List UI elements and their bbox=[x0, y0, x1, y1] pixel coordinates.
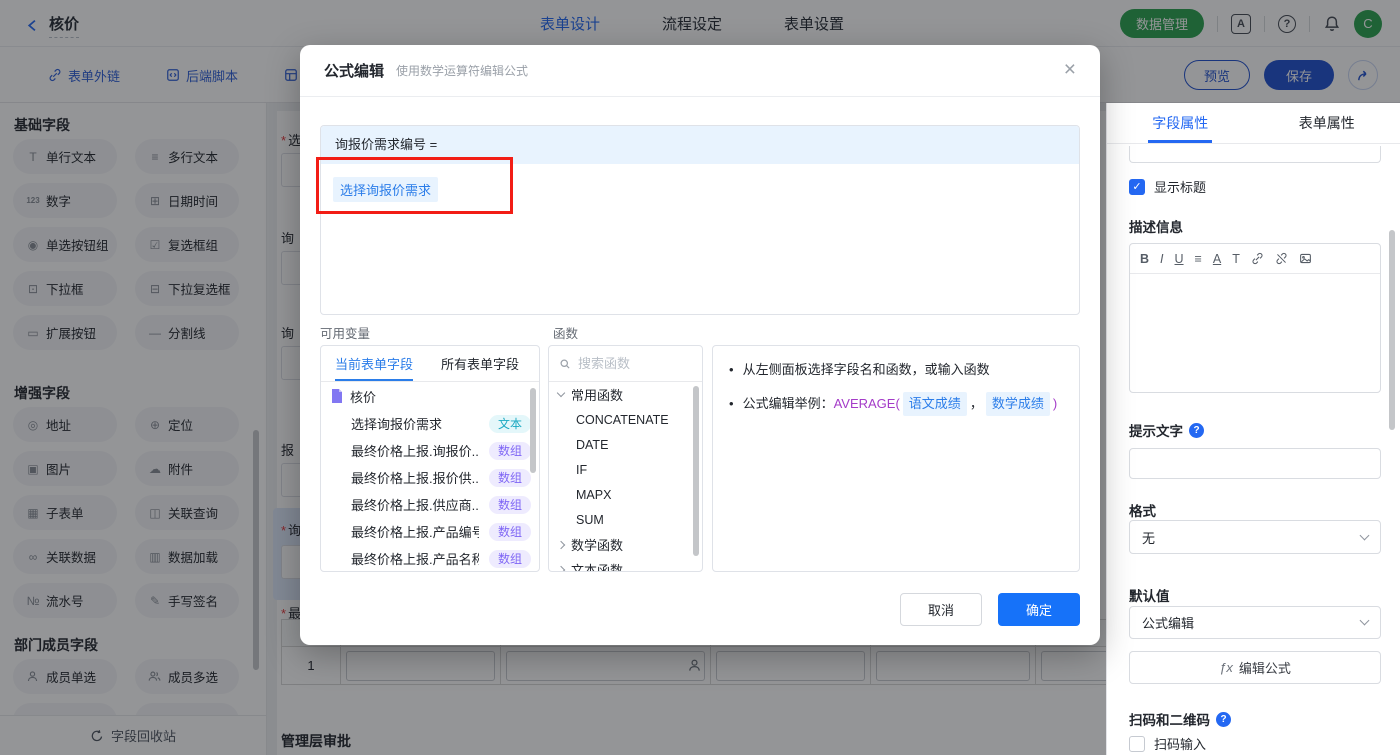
insert-link-icon[interactable] bbox=[1251, 252, 1264, 265]
function-group-common[interactable]: 常用函数 bbox=[549, 382, 702, 407]
variable-item[interactable]: 最终价格上报.供应商... 数组 bbox=[321, 491, 539, 518]
scan-input-option[interactable]: 扫码输入 bbox=[1129, 734, 1206, 753]
function-item[interactable]: MAPX bbox=[549, 482, 702, 507]
variable-item[interactable]: 最终价格上报.产品编号 数组 bbox=[321, 518, 539, 545]
tab-current-form-fields[interactable]: 当前表单字段 bbox=[321, 346, 427, 381]
tip-example-prefix: 公式编辑举例： bbox=[742, 396, 834, 411]
functions-scrollbar[interactable] bbox=[693, 386, 699, 556]
align-icon[interactable]: ≡ bbox=[1195, 252, 1202, 266]
bold-icon[interactable]: B bbox=[1140, 252, 1149, 266]
description-label: 描述信息 bbox=[1129, 220, 1183, 235]
format-label: 格式 bbox=[1129, 504, 1156, 519]
tips-panel: • 从左侧面板选择字段名和函数，或输入函数 • 公式编辑举例： AVERAGE( … bbox=[712, 345, 1080, 572]
tip-text: 从左侧面板选择字段名和函数，或输入函数 bbox=[742, 362, 990, 377]
confirm-button[interactable]: 确定 bbox=[998, 593, 1080, 626]
variable-item[interactable]: 最终价格上报.询报价... 数组 bbox=[321, 437, 539, 464]
insert-image-icon[interactable] bbox=[1299, 252, 1312, 265]
form-node[interactable]: 核价 bbox=[321, 382, 539, 410]
variable-item[interactable]: 选择询报价需求 文本 bbox=[321, 410, 539, 437]
formula-edit-modal: 公式编辑 使用数学运算符编辑公式 × 询报价需求编号 = 选择询报价需求 可用变… bbox=[300, 45, 1100, 645]
font-size-icon[interactable]: T bbox=[1232, 252, 1240, 266]
modal-subtitle: 使用数学运算符编辑公式 bbox=[396, 64, 529, 78]
variable-item[interactable]: 最终价格上报.报价供... 数组 bbox=[321, 464, 539, 491]
default-value-select[interactable]: 公式编辑 bbox=[1129, 606, 1381, 639]
function-search-input[interactable] bbox=[578, 356, 678, 371]
hint-text-label: 提示文字 ? bbox=[1129, 420, 1204, 440]
fx-icon: ƒx bbox=[1219, 660, 1233, 675]
show-title-option[interactable]: ✓ 显示标题 bbox=[1129, 177, 1206, 196]
default-value-label: 默认值 bbox=[1129, 589, 1170, 604]
qr-section-label: 扫码和二维码 ? bbox=[1129, 709, 1231, 729]
variables-panel: 当前表单字段 所有表单字段 核价 选择询报价需求 文本 最终价格上报.询报价...… bbox=[320, 345, 540, 572]
font-color-icon[interactable]: A bbox=[1213, 252, 1221, 266]
type-badge: 文本 bbox=[488, 414, 531, 433]
variables-section-label: 可用变量 bbox=[320, 327, 371, 341]
tab-field-properties[interactable]: 字段属性 bbox=[1107, 103, 1254, 143]
chevron-down-icon bbox=[1359, 615, 1370, 626]
help-icon[interactable]: ? bbox=[1216, 711, 1231, 727]
tab-form-properties[interactable]: 表单属性 bbox=[1254, 103, 1400, 143]
caret-down-icon bbox=[556, 388, 566, 398]
help-icon[interactable]: ? bbox=[1189, 422, 1204, 438]
function-item[interactable]: CONCATENATE bbox=[549, 407, 702, 432]
function-item[interactable]: SUM bbox=[549, 507, 702, 532]
example-function-open: AVERAGE( bbox=[833, 396, 900, 411]
field-title-input[interactable] bbox=[1129, 146, 1381, 163]
hint-text-input[interactable] bbox=[1129, 448, 1381, 479]
example-comma: ， bbox=[969, 396, 983, 411]
variable-item[interactable]: 最终价格上报.产品名称 数组 bbox=[321, 545, 539, 571]
italic-icon[interactable]: I bbox=[1160, 252, 1163, 266]
edit-formula-button[interactable]: ƒx 编辑公式 bbox=[1129, 651, 1381, 684]
caret-right-icon bbox=[556, 540, 566, 549]
type-badge: 数组 bbox=[488, 549, 531, 568]
example-function-close: ) bbox=[1052, 396, 1058, 411]
type-badge: 数组 bbox=[488, 522, 531, 541]
modal-title: 公式编辑 bbox=[324, 63, 385, 80]
app-window: 核价 表单设计 流程设定 表单设置 数据管理 A ? C 表单外链 后端脚本 预… bbox=[0, 0, 1400, 755]
type-badge: 数组 bbox=[488, 495, 531, 514]
close-icon[interactable]: × bbox=[1064, 59, 1076, 80]
formula-editor-area[interactable]: 询报价需求编号 = 选择询报价需求 bbox=[320, 125, 1080, 315]
type-badge: 数组 bbox=[488, 441, 531, 460]
function-group-math[interactable]: 数学函数 bbox=[549, 532, 702, 557]
search-icon bbox=[559, 358, 571, 370]
rich-text-toolbar: B I U ≡ A T bbox=[1130, 244, 1380, 274]
underline-icon[interactable]: U bbox=[1175, 252, 1184, 266]
panel-scrollbar[interactable] bbox=[1389, 230, 1395, 430]
functions-section-label: 函数 bbox=[553, 327, 579, 341]
remove-link-icon[interactable] bbox=[1275, 252, 1288, 265]
example-field-chip: 语文成绩 bbox=[902, 392, 967, 416]
annotation-red-box bbox=[316, 157, 513, 214]
checkbox-checked-icon[interactable]: ✓ bbox=[1129, 178, 1145, 195]
example-field-chip: 数学成绩 bbox=[985, 392, 1050, 416]
description-editor[interactable]: B I U ≡ A T bbox=[1129, 243, 1381, 393]
checkbox-unchecked-icon[interactable] bbox=[1129, 735, 1145, 752]
chevron-down-icon bbox=[1359, 530, 1370, 540]
function-item[interactable]: IF bbox=[549, 457, 702, 482]
type-badge: 数组 bbox=[488, 468, 531, 487]
format-select[interactable]: 无 bbox=[1129, 520, 1381, 554]
variables-scrollbar[interactable] bbox=[530, 388, 536, 473]
cancel-button[interactable]: 取消 bbox=[900, 593, 982, 626]
function-item[interactable]: DATE bbox=[549, 432, 702, 457]
tab-all-form-fields[interactable]: 所有表单字段 bbox=[427, 346, 533, 381]
form-doc-icon bbox=[331, 389, 343, 403]
caret-right-icon bbox=[556, 565, 566, 571]
property-panel: 字段属性 表单属性 ✓ 显示标题 描述信息 B I U ≡ A T 提示文字 ?… bbox=[1106, 103, 1400, 755]
function-group-text[interactable]: 文本函数 bbox=[549, 557, 702, 571]
functions-panel: 常用函数 CONCATENATE DATE IF MAPX SUM 数学函数 文… bbox=[548, 345, 703, 572]
